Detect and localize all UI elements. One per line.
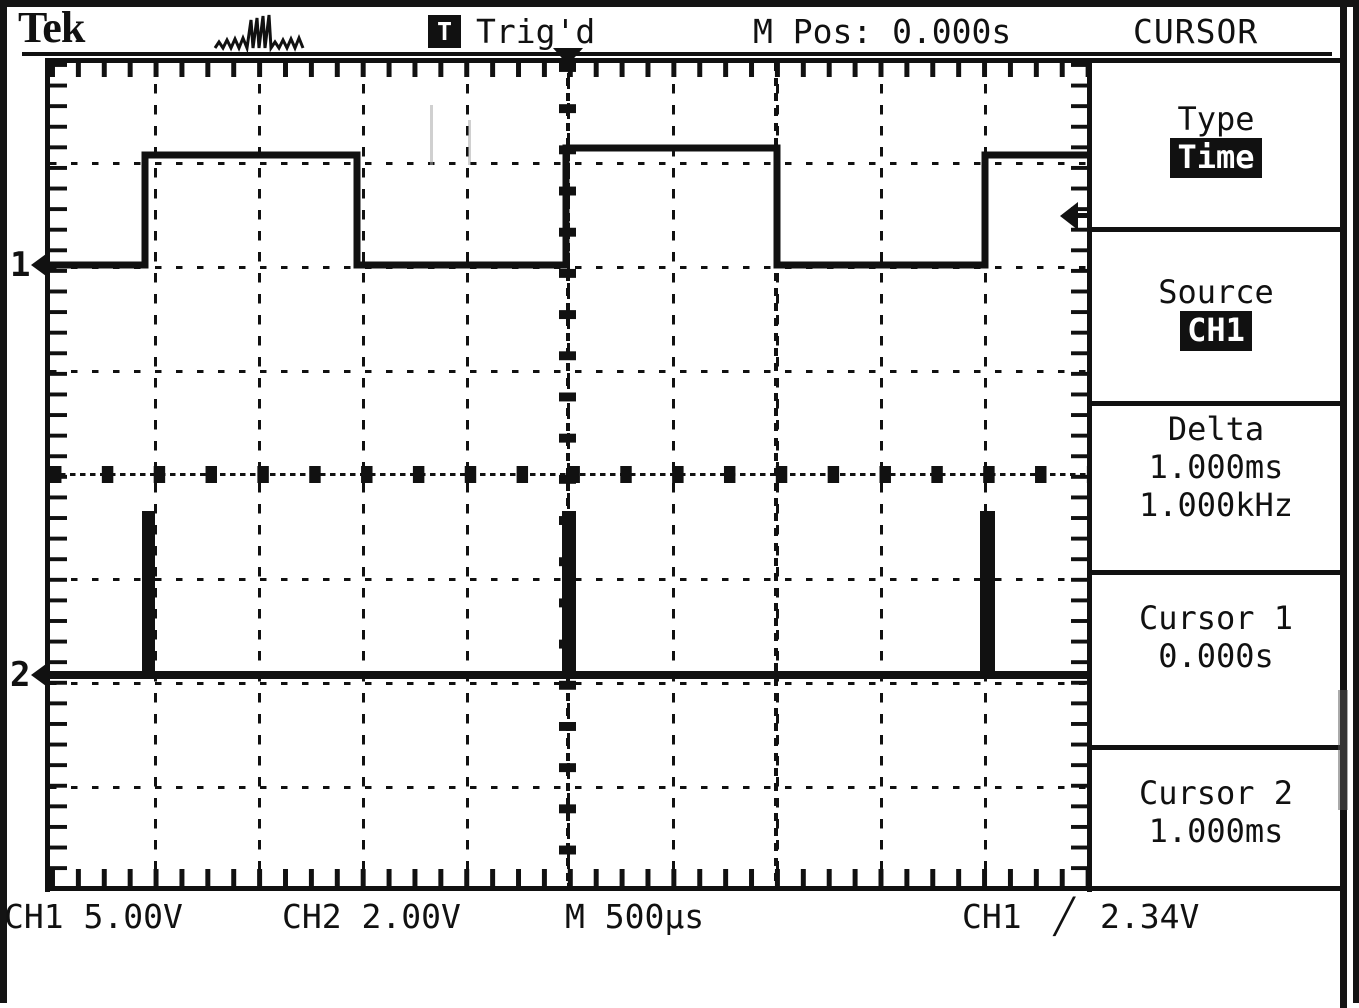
- menu-item-cursor-1[interactable]: Cursor 1 0.000s: [1092, 599, 1340, 675]
- ch2-marker-label: 2: [10, 655, 31, 695]
- menu-value-cursor-1: 0.000s: [1158, 637, 1274, 675]
- single-pulse-waveform-icon: [213, 12, 323, 54]
- header-divider: [22, 52, 1332, 56]
- menu-label-cursor-2: Cursor 2: [1138, 774, 1294, 812]
- trigger-position-marker-icon[interactable]: [553, 48, 583, 65]
- ch2-ground-arrow-icon[interactable]: [31, 664, 46, 686]
- menu-value-source[interactable]: CH1: [1180, 311, 1252, 351]
- trigger-source-readout[interactable]: CH1: [962, 898, 1022, 936]
- status-header: Tek T Trig'd M Pos: 0.000s CURSOR: [8, 3, 1351, 54]
- menu-value-source-wrap: CH1: [1092, 311, 1340, 351]
- trigger-state-label: Trig'd: [476, 12, 596, 51]
- trigger-level-readout[interactable]: 2.34V: [1100, 898, 1199, 936]
- timebase-readout[interactable]: M 500µs: [565, 898, 704, 936]
- menu-item-cursor-type[interactable]: Type Time: [1092, 100, 1340, 178]
- menu-item-cursor-delta[interactable]: Delta 1.000ms 1.000kHz: [1092, 410, 1340, 524]
- menu-title: CURSOR: [1133, 12, 1259, 51]
- cursor-2-line[interactable]: [774, 63, 778, 887]
- graticule-right-ticks: [1071, 63, 1087, 887]
- menu-value-delta-time: 1.000ms: [1148, 448, 1284, 486]
- menu-item-cursor-2[interactable]: Cursor 2 1.000ms: [1092, 774, 1340, 850]
- ch1-scale-readout[interactable]: CH1 5.00V: [4, 898, 183, 936]
- menu-value-type[interactable]: Time: [1170, 138, 1262, 178]
- photo-border-top: [0, 0, 1359, 7]
- photo-border-right-inner: [1340, 0, 1347, 1008]
- photo-border-right: [1353, 0, 1359, 1008]
- ch2-scale-readout[interactable]: CH2 2.00V: [282, 898, 461, 936]
- graticule-left-ticks: [50, 63, 67, 887]
- cursor-1-line[interactable]: [566, 63, 570, 887]
- menu-divider-3: [1092, 570, 1342, 575]
- menu-divider-0: [1092, 58, 1342, 63]
- menu-value-delta-freq: 1.000kHz: [1138, 486, 1294, 524]
- oscilloscope-screen: Tek T Trig'd M Pos: 0.000s CURSOR 1 2 Ty…: [0, 0, 1359, 1008]
- menu-divider-4: [1092, 745, 1342, 750]
- scan-artifact: [1338, 690, 1348, 810]
- horizontal-position-readout: M Pos: 0.000s: [753, 12, 1012, 51]
- photo-border-left: [0, 0, 7, 1008]
- bottom-status-bar: CH1 5.00V CH2 2.00V M 500µs CH1 ╱ 2.34V: [0, 898, 1359, 946]
- photo-border-bottom: [0, 1003, 1359, 1008]
- ch1-marker-label: 1: [10, 245, 31, 285]
- menu-item-cursor-source[interactable]: Source CH1: [1092, 273, 1340, 351]
- menu-divider-2: [1092, 401, 1342, 406]
- ch1-ground-arrow-icon[interactable]: [31, 254, 46, 276]
- cursor-menu-panel: Type Time Source CH1 Delta 1.000ms 1.000…: [1092, 58, 1340, 891]
- menu-value-type-wrap: Time: [1092, 138, 1340, 178]
- menu-label-type: Type: [1177, 100, 1255, 138]
- menu-label-cursor-1: Cursor 1: [1138, 599, 1294, 637]
- trigger-slope-rising-icon[interactable]: ╱: [1054, 898, 1074, 936]
- scan-artifact: [430, 105, 433, 165]
- menu-divider-5: [1092, 886, 1342, 891]
- menu-value-cursor-2: 1.000ms: [1148, 812, 1284, 850]
- trigger-level-marker-icon[interactable]: [1060, 202, 1078, 230]
- menu-divider-1: [1092, 227, 1342, 232]
- trigger-state-badge: T: [428, 15, 461, 48]
- menu-label-delta: Delta: [1167, 410, 1265, 448]
- scan-artifact: [468, 120, 471, 165]
- menu-label-source: Source: [1158, 273, 1274, 311]
- tek-logo: Tek: [18, 3, 85, 52]
